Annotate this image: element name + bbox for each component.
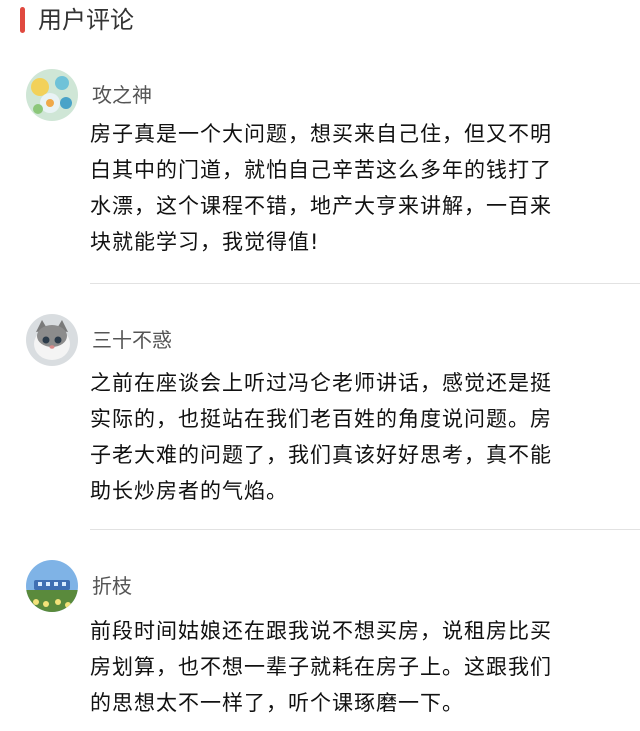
- comment-line: 之前在座谈会上听过冯仑老师讲话，感觉还是挺: [90, 371, 552, 395]
- landscape-avatar-icon[interactable]: [26, 560, 78, 612]
- comment-line: 子老大难的问题了，我们真该好好思考，真不能: [90, 443, 552, 467]
- comment-line: 水漂，这个课程不错，地产大亨来讲解，一百来: [90, 194, 552, 218]
- flowers-avatar-icon[interactable]: [26, 69, 78, 121]
- comment-username[interactable]: 折枝: [92, 573, 132, 599]
- cat-avatar-icon[interactable]: [26, 314, 78, 366]
- comment-text: 前段时间姑娘还在跟我说不想买房，说租房比买 房划算，也不想一辈子就耗在房子上。这…: [90, 613, 610, 721]
- comment-line: 的思想太不一样了，听个课琢磨一下。: [90, 691, 464, 715]
- comment-username[interactable]: 攻之神: [92, 82, 152, 108]
- section-title: 用户评论: [38, 6, 134, 34]
- comment-divider: [90, 283, 640, 284]
- comment-line: 助长炒房者的气焰。: [90, 479, 288, 503]
- comment-line: 房子真是一个大问题，想买来自己住，但又不明: [90, 122, 552, 146]
- comment-text: 之前在座谈会上听过冯仑老师讲话，感觉还是挺 实际的，也挺站在我们老百姓的角度说问…: [90, 365, 610, 509]
- comment-line: 前段时间姑娘还在跟我说不想买房，说租房比买: [90, 619, 552, 643]
- header-accent-bar: [20, 7, 25, 33]
- comment-divider: [90, 529, 640, 530]
- comment-line: 房划算，也不想一辈子就耗在房子上。这跟我们: [90, 655, 552, 679]
- comment-username[interactable]: 三十不惑: [92, 327, 172, 353]
- comment-line: 块就能学习，我觉得值!: [90, 230, 320, 254]
- section-header: 用户评论: [0, 0, 640, 40]
- comment-text: 房子真是一个大问题，想买来自己住，但又不明 白其中的门道，就怕自己辛苦这么多年的…: [90, 116, 610, 260]
- comment-line: 白其中的门道，就怕自己辛苦这么多年的钱打了: [90, 158, 552, 182]
- comment-line: 实际的，也挺站在我们老百姓的角度说问题。房: [90, 407, 552, 431]
